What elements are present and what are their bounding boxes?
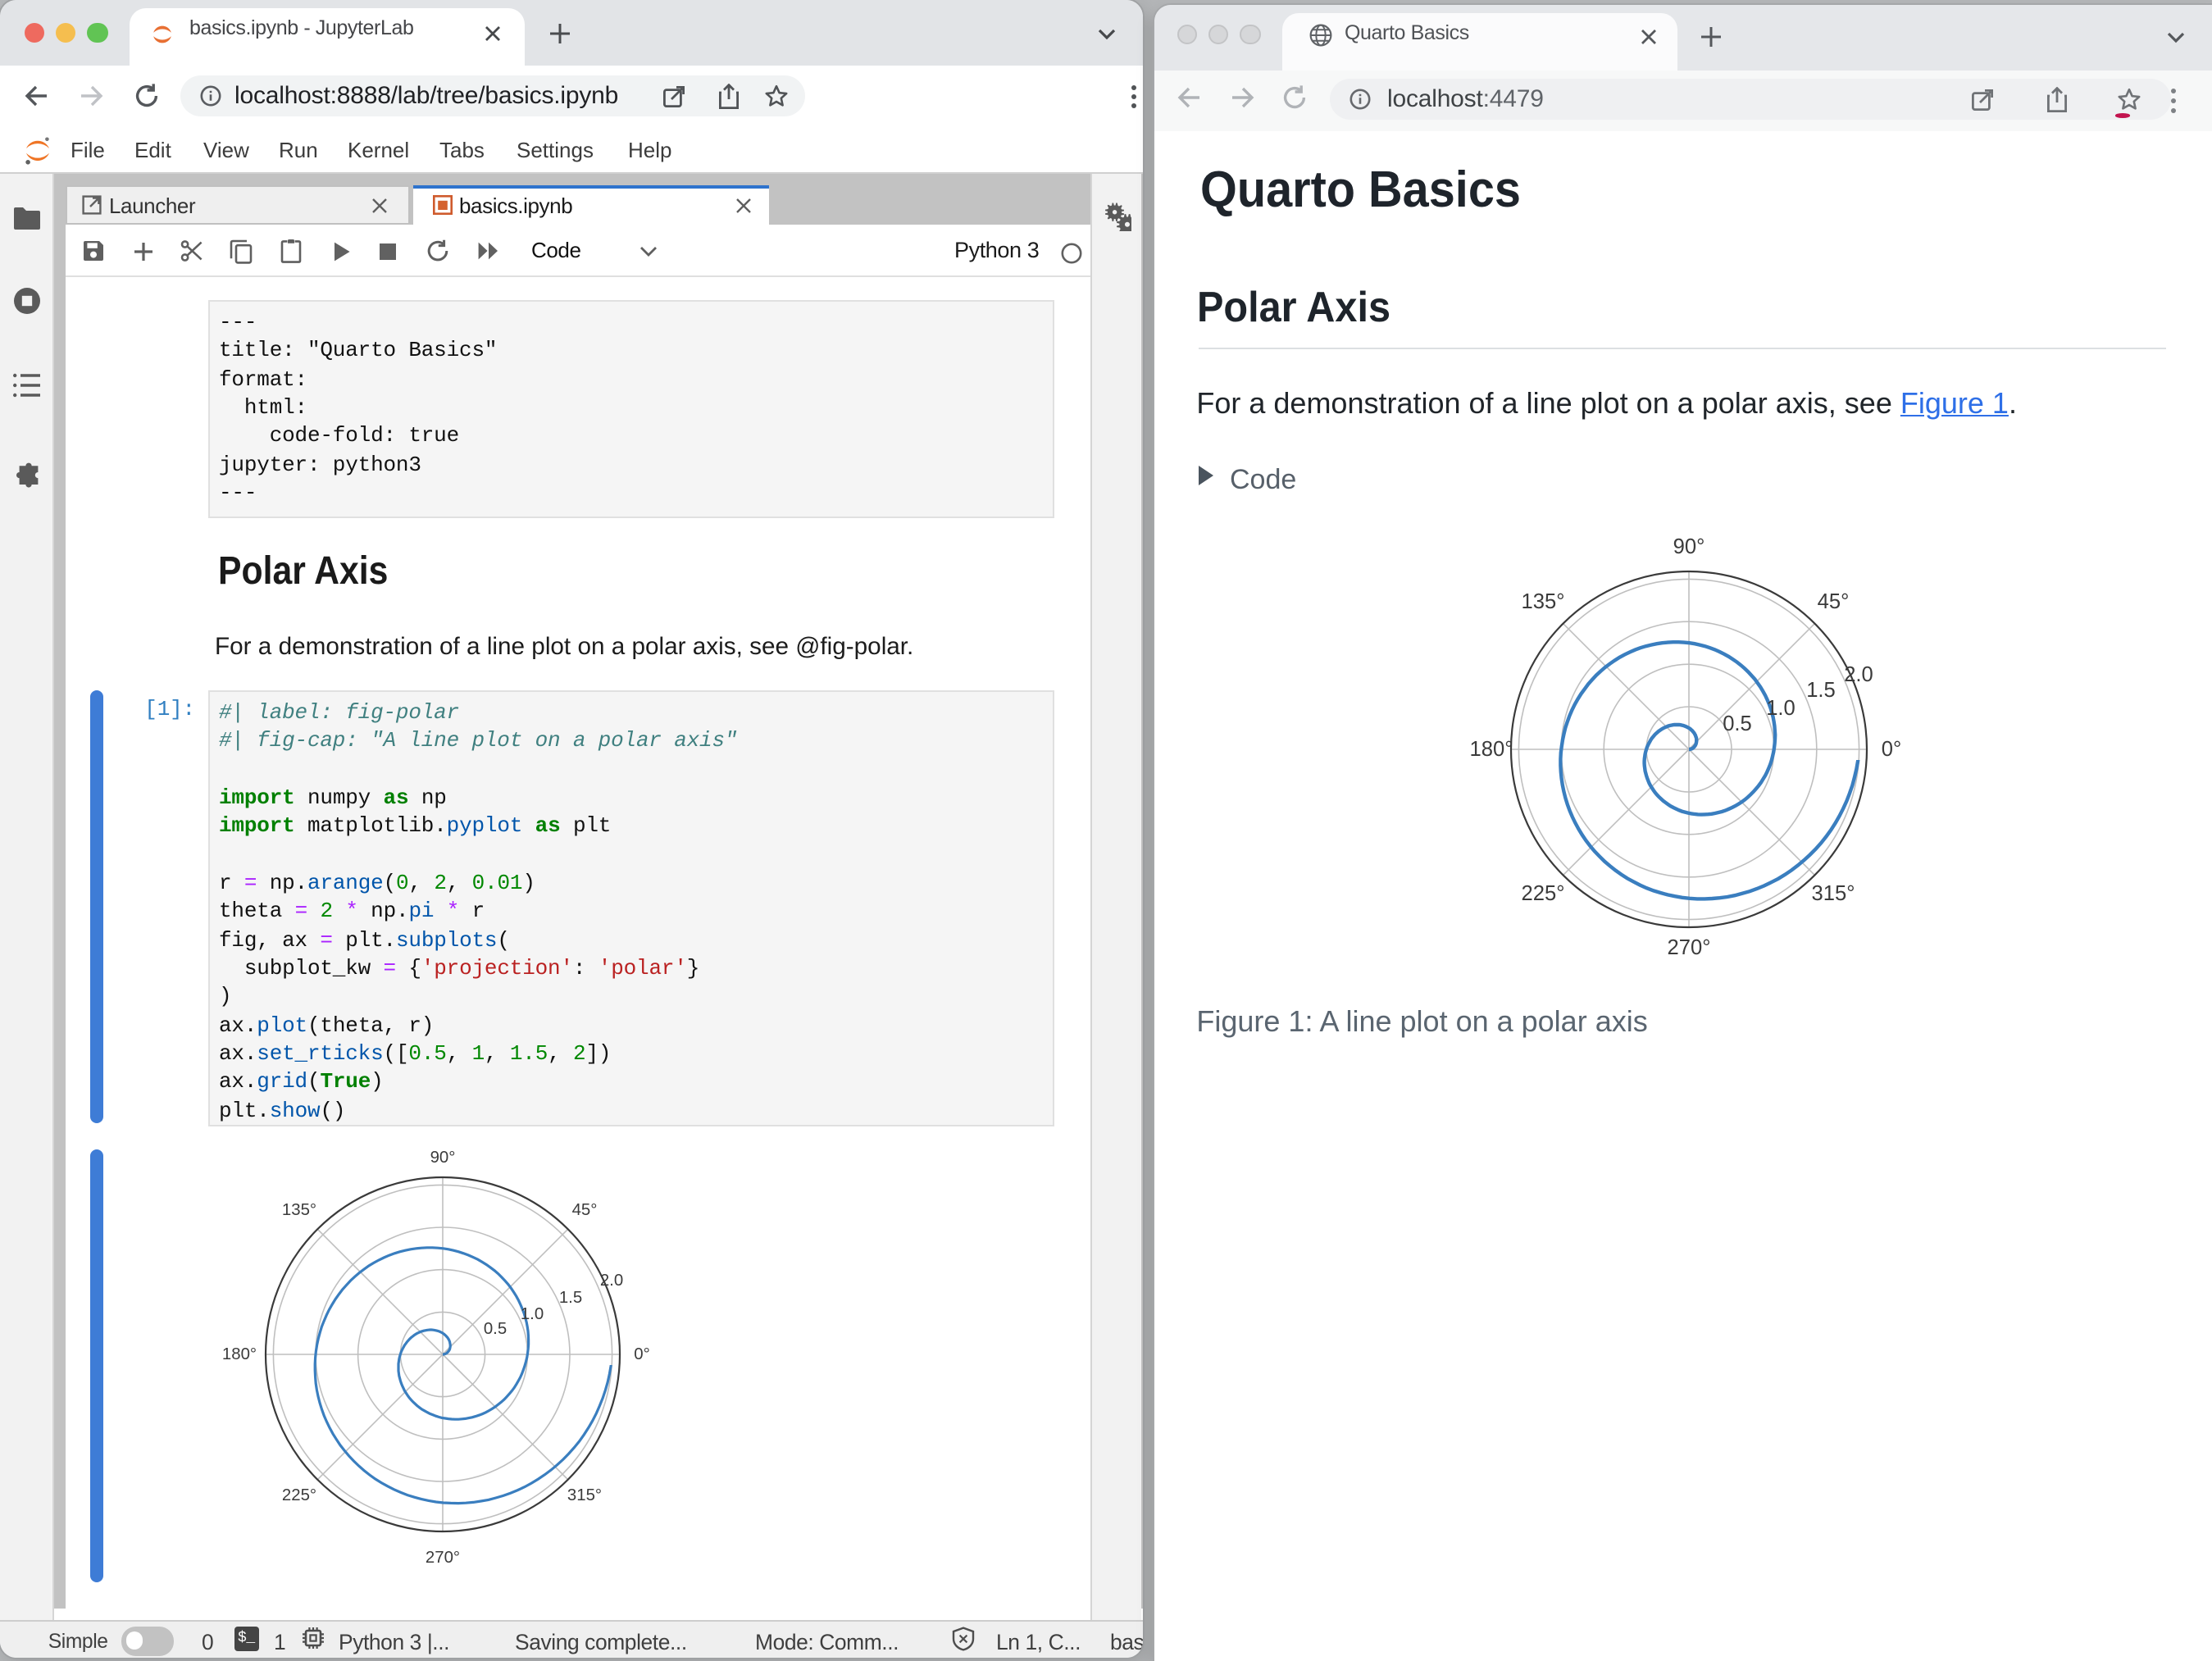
svg-text:90°: 90° [430,1149,455,1167]
svg-text:1.0: 1.0 [520,1305,543,1323]
svg-text:0.5: 0.5 [483,1320,506,1338]
svg-text:225°: 225° [281,1486,316,1504]
svg-text:135°: 135° [1521,589,1564,612]
svg-text:270°: 270° [1667,935,1710,958]
svg-text:0.5: 0.5 [1722,712,1751,735]
svg-text:0°: 0° [1881,737,1900,760]
svg-text:1.5: 1.5 [558,1289,581,1307]
svg-text:1.0: 1.0 [1765,696,1795,719]
svg-text:315°: 315° [567,1486,601,1504]
svg-text:2.0: 2.0 [1843,662,1873,685]
svg-text:225°: 225° [1521,881,1564,904]
svg-text:90°: 90° [1673,535,1705,557]
svg-text:180°: 180° [221,1345,256,1363]
svg-text:135°: 135° [281,1201,316,1219]
svg-text:270°: 270° [425,1549,459,1567]
svg-text:0°: 0° [633,1345,649,1363]
svg-text:180°: 180° [1469,737,1513,760]
svg-text:45°: 45° [571,1201,597,1219]
svg-text:1.5: 1.5 [1805,678,1835,701]
svg-text:2.0: 2.0 [599,1272,622,1290]
svg-text:45°: 45° [1817,589,1849,612]
svg-text:315°: 315° [1811,881,1855,904]
